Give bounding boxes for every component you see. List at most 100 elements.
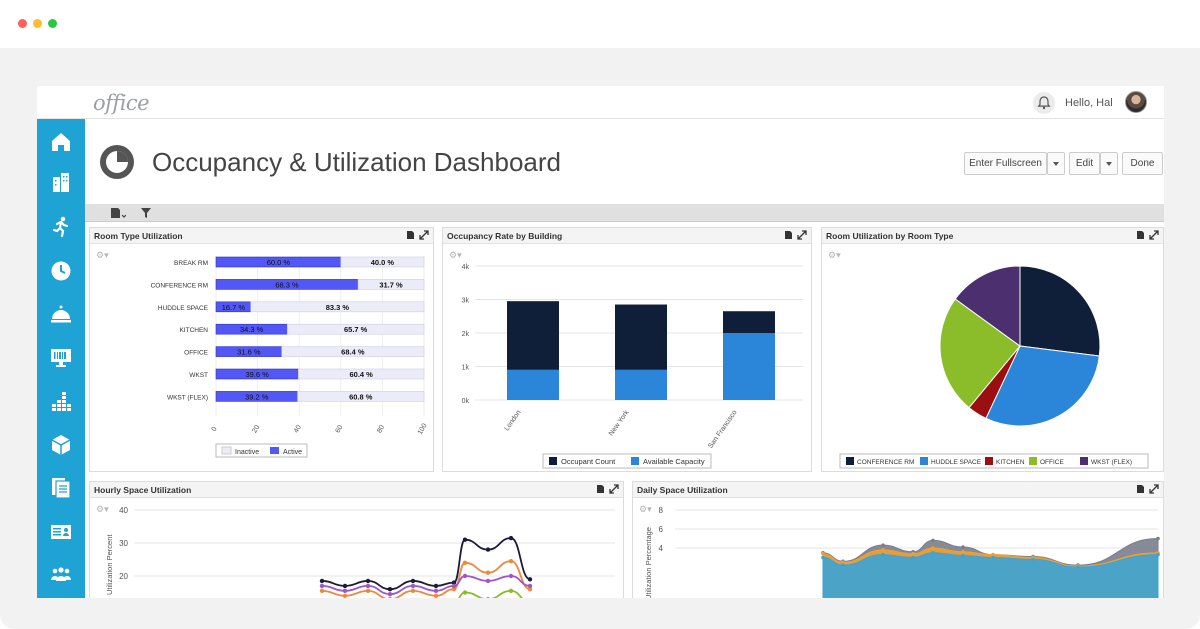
export-icon[interactable]	[406, 230, 416, 240]
data-point	[410, 588, 416, 594]
inactive-data-label: 60.4 %	[350, 370, 374, 379]
y-tick-label: 20	[119, 572, 128, 581]
legend-label: KITCHEN	[996, 459, 1025, 466]
export-icon[interactable]	[596, 484, 606, 494]
close-window-dot[interactable]	[18, 19, 27, 28]
data-point	[486, 596, 490, 598]
panel-header: Daily Space Utilization	[633, 482, 1163, 498]
data-point	[508, 535, 514, 541]
data-point	[365, 578, 371, 584]
export-icon[interactable]	[1136, 230, 1146, 240]
monitor-icon[interactable]	[49, 346, 73, 370]
logo[interactable]: office	[93, 91, 150, 115]
clock-icon[interactable]	[49, 259, 73, 283]
data-point	[410, 583, 416, 589]
room-type-utilization-panel: Room Type Utilization ⚙▾ 0 20 40 60 80 100 BRE…	[89, 227, 434, 472]
daily-area-chart: 8 6 4 Utilization Percentage	[644, 506, 1160, 598]
bar-chart-icon[interactable]	[49, 389, 73, 413]
x-tick-label: 100	[417, 422, 429, 436]
building-icon[interactable]	[49, 171, 73, 195]
export-icon[interactable]	[110, 207, 126, 219]
category-label: BREAK RM	[174, 260, 208, 267]
person-run-icon[interactable]	[49, 215, 73, 239]
category-label: HUDDLE SPACE	[158, 305, 209, 312]
done-button[interactable]: Done	[1122, 152, 1163, 175]
inactive-data-label: 68.4 %	[341, 348, 365, 357]
x-tick-label: 80	[376, 424, 386, 434]
data-point	[451, 583, 457, 589]
panel-header: Room Utilization by Room Type	[822, 228, 1163, 244]
data-point	[342, 583, 348, 589]
export-icon[interactable]	[1136, 484, 1146, 494]
data-point	[961, 550, 965, 554]
data-point	[365, 588, 371, 594]
active-data-label: 39.6 %	[246, 370, 270, 379]
id-card-icon[interactable]	[49, 520, 73, 544]
panel-tools	[596, 484, 619, 496]
data-point	[387, 591, 393, 597]
data-point	[931, 538, 935, 543]
zoom-window-dot[interactable]	[48, 19, 57, 28]
expand-icon[interactable]	[419, 230, 429, 240]
data-point	[508, 588, 514, 594]
data-point	[1076, 565, 1080, 569]
user-greeting[interactable]: Hello, Hal	[1065, 97, 1113, 109]
data-point	[1156, 536, 1160, 541]
data-point	[821, 555, 825, 560]
export-icon[interactable]	[784, 230, 794, 240]
legend-swatch	[920, 457, 928, 465]
bell-icon[interactable]	[1033, 92, 1055, 114]
expand-icon[interactable]	[1149, 230, 1159, 240]
data-point	[485, 570, 491, 575]
hourly-line-chart: 40 30 20 Utilization Percent	[105, 506, 615, 598]
occupancy-bar-chart: 0k 1k 2k 3k 4k London New York San Francisco Occ…	[462, 264, 803, 469]
box-icon[interactable]	[49, 433, 73, 457]
legend-swatch-occupant	[549, 457, 557, 465]
fullscreen-dropdown-button[interactable]	[1047, 152, 1065, 175]
data-point	[841, 563, 845, 567]
panel-title: Room Utilization by Room Type	[826, 231, 954, 241]
x-tick-label: New York	[608, 409, 631, 438]
inactive-data-label: 40.0 %	[371, 258, 395, 267]
y-tick-label: 6	[659, 525, 664, 534]
enter-fullscreen-button[interactable]: Enter Fullscreen	[964, 152, 1047, 175]
x-tick-label: London	[504, 409, 523, 432]
y-axis-label: Utilization Percent	[105, 534, 114, 595]
page-title: Occupancy & Utilization Dashboard	[152, 147, 561, 177]
avatar[interactable]	[1125, 91, 1147, 113]
y-tick-label: 40	[119, 506, 128, 515]
data-point	[410, 578, 416, 584]
legend-label: CONFERENCE RM	[857, 459, 914, 466]
documents-icon[interactable]	[49, 476, 73, 500]
expand-icon[interactable]	[1149, 484, 1159, 494]
data-point	[508, 573, 514, 579]
pie-chart-icon	[100, 145, 134, 179]
occupancy-rate-panel: Occupancy Rate by Building ⚙▾ 0k 1k 2k 3k 4k…	[442, 227, 812, 472]
panel-header: Hourly Space Utilization	[90, 482, 623, 498]
expand-icon[interactable]	[797, 230, 807, 240]
people-icon[interactable]	[49, 563, 73, 587]
active-data-label: 31.6 %	[237, 348, 261, 357]
home-icon[interactable]	[49, 130, 73, 154]
minimize-window-dot[interactable]	[33, 19, 42, 28]
y-tick-label: 4k	[462, 264, 470, 271]
edit-button[interactable]: Edit	[1069, 152, 1100, 175]
filter-icon[interactable]	[140, 207, 152, 219]
y-tick-label: 8	[659, 506, 664, 515]
panel-title: Occupancy Rate by Building	[447, 231, 563, 241]
expand-icon[interactable]	[609, 484, 619, 494]
legend-label: OFFICE	[1040, 459, 1064, 466]
bar-occupant-count	[507, 301, 559, 370]
data-point	[319, 588, 325, 594]
room-type-bar-chart: 0 20 40 60 80 100 BREAK RM 60.0 % 40.0 % CONFEREN…	[151, 256, 429, 458]
panel-tools	[1136, 230, 1159, 242]
edit-dropdown-button[interactable]	[1100, 152, 1118, 175]
legend-swatch	[1080, 457, 1088, 465]
service-bell-icon[interactable]	[49, 302, 73, 326]
active-data-label: 34.3 %	[240, 325, 264, 334]
panel-title: Hourly Space Utilization	[94, 485, 192, 495]
room-utilization-pie-chart: CONFERENCE RM HUDDLE SPACE KITCHEN OFFICE WK…	[839, 265, 1149, 469]
room-utilization-panel: Room Utilization by Room Type ⚙▾ CONFERE…	[821, 227, 1164, 472]
legend-label: WKST (FLEX)	[1091, 459, 1132, 466]
app-window: office Hello, Hal Occupancy & Utilizatio…	[37, 86, 1164, 598]
